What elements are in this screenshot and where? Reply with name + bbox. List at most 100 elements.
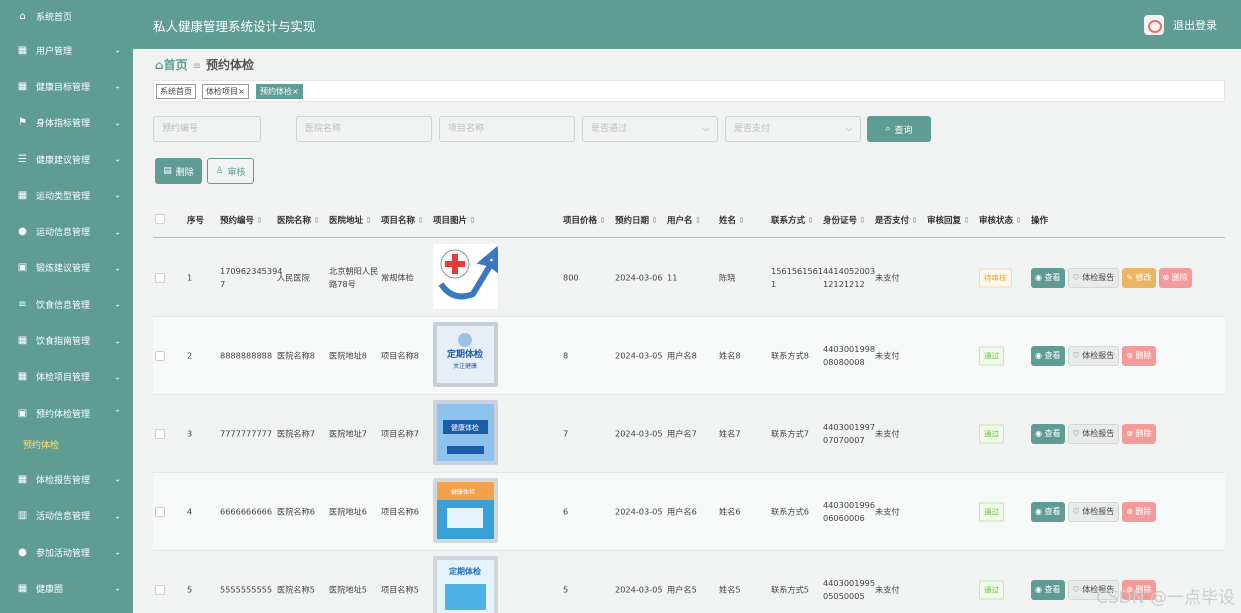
view-button[interactable]: ◉ 查看	[1031, 579, 1065, 600]
report-button[interactable]: ♡ 体检报告	[1067, 345, 1120, 366]
col-id-card[interactable]: 身份证号 ⇕	[823, 214, 866, 226]
chevron-down-icon: ⌄	[114, 154, 121, 164]
breadcrumb: ⌂首页 ≡ 预约体检	[155, 56, 254, 73]
approved-select[interactable]: 是否通过 ⌵	[582, 116, 718, 142]
tag-home[interactable]: 系统首页	[156, 84, 196, 99]
view-button[interactable]: ◉ 查看	[1031, 345, 1065, 366]
tag-booking-exam[interactable]: 预约体检×	[256, 84, 303, 99]
row-checkbox[interactable]	[155, 272, 165, 283]
cell-row-index: 5	[187, 584, 193, 594]
sidebar-item[interactable]: ● 运动信息管理 ⌄	[0, 213, 133, 249]
logout-button[interactable]: 退出登录	[1144, 15, 1217, 35]
sidebar-item[interactable]: ▥ 活动信息管理 ⌄	[0, 498, 133, 534]
sidebar-item[interactable]: ▦ 健康目标管理 ⌄	[0, 68, 133, 104]
cell-phone: 联系方式5	[771, 584, 809, 594]
sidebar-item[interactable]: ☰ 健康建议管理 ⌄	[0, 141, 133, 177]
sidebar-item[interactable]: ▣ 预约体检管理 ⌃	[0, 395, 133, 431]
cell-hospital-address: 医院地址5	[329, 584, 367, 594]
sidebar-item[interactable]: ● 参加活动管理 ⌄	[0, 534, 133, 570]
sliders-icon: ☰	[18, 153, 27, 165]
booking-no-input[interactable]: 预约编号	[153, 116, 261, 142]
cell-project-name: 项目名称7	[381, 428, 419, 438]
col-username[interactable]: 用户名 ⇕	[667, 214, 702, 226]
col-address[interactable]: 医院地址 ⇕	[329, 214, 372, 226]
hospital-input[interactable]: 医院名称	[296, 116, 432, 142]
col-booking-no[interactable]: 预约编号 ⇕	[220, 214, 263, 226]
paid-select[interactable]: 是否支付 ⌵	[725, 116, 861, 142]
sidebar-item[interactable]: ⌂ 系统首页	[0, 0, 133, 32]
cell-paid-status: 未支付	[875, 506, 900, 516]
eye-icon: ◉	[1035, 429, 1042, 438]
sidebar-item[interactable]: ▦ 饮食指南管理 ⌄	[0, 322, 133, 358]
view-button[interactable]: ◉ 查看	[1031, 423, 1065, 444]
report-button[interactable]: ♡ 体检报告	[1067, 267, 1120, 288]
col-project[interactable]: 项目名称 ⇕	[381, 214, 424, 226]
sidebar-item[interactable]: ▦ 健康圈 ⌄	[0, 570, 133, 606]
report-button[interactable]: ♡ 体检报告	[1067, 423, 1120, 444]
status-badge: 通过	[979, 424, 1004, 443]
cell-hospital-address: 医院地址8	[329, 350, 367, 360]
query-button[interactable]: ⌕ 查询	[867, 116, 931, 142]
row-checkbox[interactable]	[155, 506, 165, 517]
col-name[interactable]: 姓名 ⇕	[719, 214, 745, 226]
row-checkbox[interactable]	[155, 428, 165, 439]
cell-row-index: 4	[187, 506, 193, 516]
project-image: 健康体检	[433, 478, 498, 543]
col-reply[interactable]: 审核回复 ⇕	[927, 214, 970, 226]
col-phone[interactable]: 联系方式 ⇕	[771, 214, 814, 226]
sidebar-item[interactable]: ⚑ 身体指标管理 ⌄	[0, 105, 133, 141]
edit-button[interactable]: ✎ 修改	[1122, 267, 1156, 288]
col-price[interactable]: 项目价格 ⇕	[563, 214, 606, 226]
tag-exam-project[interactable]: 体检项目×	[202, 84, 249, 99]
view-button[interactable]: ◉ 查看	[1031, 267, 1065, 288]
chevron-down-icon: ⌄	[114, 81, 121, 91]
select-all-checkbox[interactable]	[155, 213, 165, 224]
chevron-down-icon: ⌄	[114, 45, 121, 55]
sidebar-item[interactable]: ▦ 体检报告管理 ⌄	[0, 461, 133, 497]
delete-button[interactable]: ⊗ 删除	[1122, 345, 1156, 366]
sidebar-subitem-booking[interactable]: 预约体检	[0, 431, 133, 461]
svg-text:定期体检: 定期体检	[448, 566, 481, 576]
cell-booking-date: 2024-03-05	[615, 584, 663, 594]
chevron-up-icon: ⌃	[114, 408, 121, 418]
audit-button[interactable]: ♙ 审核	[207, 158, 254, 184]
avatar[interactable]	[1144, 15, 1164, 35]
breadcrumb-current: 预约体检	[206, 58, 255, 72]
row-checkbox[interactable]	[155, 584, 165, 595]
sidebar-item[interactable]: ≡ 饮食信息管理 ⌄	[0, 286, 133, 322]
sidebar-item-label: 锻炼建议管理	[36, 264, 91, 275]
chevron-down-icon: ⌄	[114, 263, 121, 273]
sidebar-item[interactable]: ▦ 运动类型管理 ⌄	[0, 177, 133, 213]
breadcrumb-home[interactable]: 首页	[164, 58, 188, 72]
col-image[interactable]: 项目图片 ⇕	[433, 214, 476, 226]
col-date[interactable]: 预约日期 ⇕	[615, 214, 658, 226]
batch-delete-button[interactable]: ▤ 删除	[155, 158, 202, 184]
sidebar-item[interactable]: ▣ 锻炼建议管理 ⌄	[0, 250, 133, 286]
report-button[interactable]: ♡ 体检报告	[1067, 501, 1120, 522]
sidebar-item[interactable]: ▦ 用户管理 ⌄	[0, 32, 133, 68]
cell-id-card: 4403001995 05050005	[823, 577, 876, 601]
eye-icon: ◉	[1035, 273, 1042, 282]
cell-price: 800	[563, 272, 579, 282]
cell-price: 7	[563, 428, 569, 438]
cell-paid-status: 未支付	[875, 584, 900, 594]
col-status[interactable]: 审核状态 ⇕	[979, 214, 1022, 226]
sidebar-item-label: 身体指标管理	[36, 119, 91, 130]
project-input[interactable]: 项目名称	[439, 116, 575, 142]
chevron-down-icon: ⌄	[114, 583, 121, 593]
col-paid[interactable]: 是否支付 ⇕	[875, 214, 918, 226]
view-button[interactable]: ◉ 查看	[1031, 501, 1065, 522]
app-title: 私人健康管理系统设计与实现	[153, 19, 316, 34]
cell-id-card: 4403001996 06060006	[823, 499, 876, 523]
delete-button[interactable]: ⊗ 删除	[1122, 423, 1156, 444]
chevron-down-icon: ⌄	[114, 227, 121, 237]
sidebar-item[interactable]: ▦ 体检项目管理 ⌄	[0, 359, 133, 395]
delete-icon: ⊗	[1162, 273, 1170, 282]
delete-button[interactable]: ⊗ 删除	[1122, 501, 1156, 522]
delete-button[interactable]: ⊗ 删除	[1158, 267, 1192, 288]
col-hospital[interactable]: 医院名称 ⇕	[277, 214, 320, 226]
tags-bar: 系统首页 体检项目× 预约体检×	[153, 80, 1225, 102]
row-checkbox[interactable]	[155, 350, 165, 361]
sidebar-item-label: 预约体检管理	[36, 409, 91, 420]
project-image: 健康体检	[433, 400, 498, 465]
